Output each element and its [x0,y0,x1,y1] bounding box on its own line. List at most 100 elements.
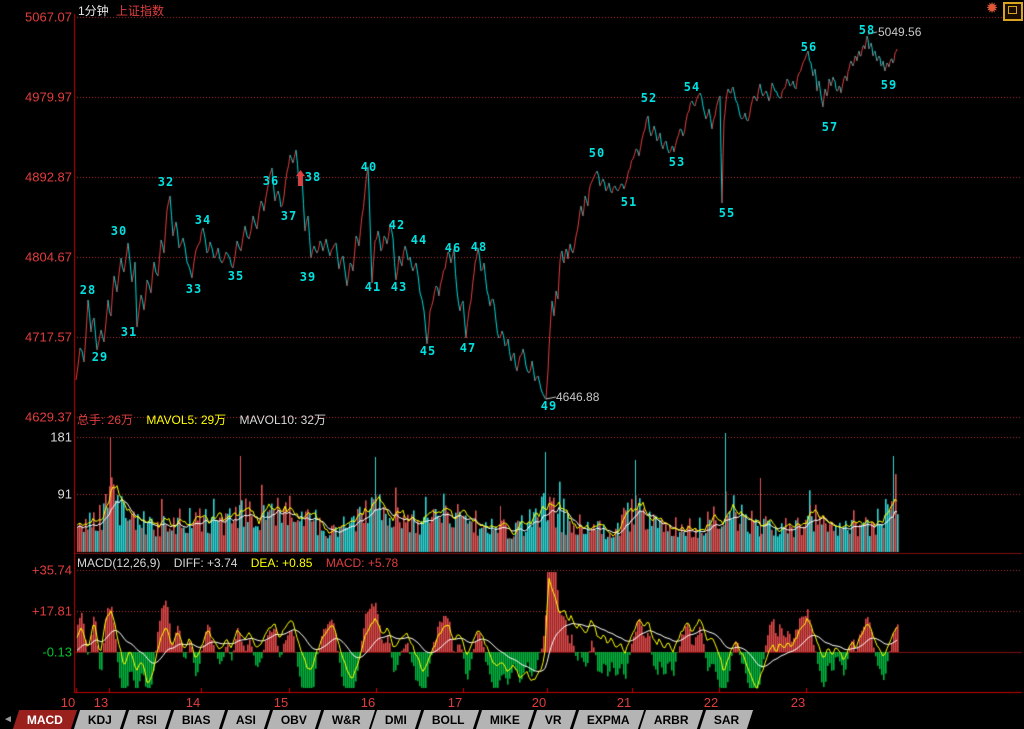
wave-count-label: 38 [305,170,321,184]
price-axis-label: 4804.67 [2,250,72,265]
tab-bias[interactable]: BIAS [168,710,225,729]
wave-count-label: 36 [263,174,279,188]
mavol5-label: MAVOL5: 29万 [146,413,226,427]
time-axis-label: 13 [94,695,108,710]
wave-count-label: 35 [228,269,244,283]
tab-label: RSI [137,713,157,727]
time-axis-label: 14 [186,695,200,710]
wave-count-label: 28 [80,283,96,297]
macd-value-label: MACD: +5.78 [326,556,398,570]
time-axis-label: 20 [532,695,546,710]
tab-kdj[interactable]: KDJ [74,710,126,729]
macd-axis-label: -0.13 [2,645,72,660]
macd-params-label: MACD(12,26,9) [77,556,160,570]
time-axis-label: 16 [361,695,375,710]
tab-label: VR [545,713,562,727]
session-low-annotation: 4646.88 [556,390,599,404]
tab-label: ARBR [654,713,689,727]
tab-obv[interactable]: OBV [267,710,321,729]
period-label[interactable]: 1分钟 [78,2,109,19]
wave-count-label: 47 [460,341,476,355]
tab-label: BOLL [432,713,465,727]
wave-count-label: 45 [420,344,436,358]
tab-label: ASI [236,713,256,727]
tab-label: EXPMA [587,713,630,727]
wave-count-label: 51 [621,195,637,209]
price-axis-label: 4717.57 [2,330,72,345]
wave-count-label: 48 [471,240,487,254]
wave-count-label: 44 [411,233,427,247]
indicator-tabbar: ◄ MACDKDJRSIBIASASIOBVW&RDMIBOLLMIKEVREX… [0,710,1024,729]
wave-count-label: 52 [641,91,657,105]
time-axis-label: 17 [448,695,462,710]
tab-label: SAR [714,713,739,727]
wave-count-label: 46 [445,241,461,255]
macd-axis-label: +35.74 [2,563,72,578]
tab-vr[interactable]: VR [531,710,576,729]
wave-count-label: 41 [365,280,381,294]
frame-icon[interactable] [1003,2,1023,21]
tab-label: BIAS [182,713,211,727]
price-axis-label: 4892.87 [2,170,72,185]
volume-axis-label: 91 [2,487,72,502]
volume-axis-label: 181 [2,430,72,445]
session-high-annotation: 5049.56 [878,25,921,39]
tab-label: OBV [281,713,307,727]
tab-label: MIKE [490,713,520,727]
wave-count-label: 50 [589,146,605,160]
wave-count-label: 40 [361,160,377,174]
macd-axis-label: +17.81 [2,604,72,619]
tab-expma[interactable]: EXPMA [573,710,644,729]
tab-wr[interactable]: W&R [318,710,375,729]
tab-label: W&R [332,713,361,727]
time-axis-label: 21 [617,695,631,710]
wave-count-label: 33 [186,282,202,296]
tab-label: KDJ [88,713,112,727]
price-axis-label: 4629.37 [2,410,72,425]
wave-count-label: 43 [391,280,407,294]
wave-count-label: 55 [719,206,735,220]
wave-count-label: 57 [822,120,838,134]
tab-macd[interactable]: MACD [13,710,77,729]
tab-sar[interactable]: SAR [700,710,754,729]
tab-arbr[interactable]: ARBR [640,710,703,729]
mavol10-label: MAVOL10: 32万 [240,413,327,427]
chart-canvas[interactable] [0,0,1024,729]
tab-dmi[interactable]: DMI [371,710,421,729]
tab-asi[interactable]: ASI [222,710,270,729]
wave-count-label: 39 [300,270,316,284]
time-axis-label: 15 [274,695,288,710]
tab-label: DMI [385,713,407,727]
indicator-tabs: MACD KDJ RSI BIAS ASI OBV W&R DMI BOLL MIKE VR EXPM… [16,710,753,729]
diff-value-label: DIFF: +3.74 [174,556,238,570]
wave-count-label: 30 [111,224,127,238]
wave-count-label: 58 [859,23,875,37]
wave-count-label: 59 [881,78,897,92]
time-axis-label: 10 [61,695,75,710]
dea-value-label: DEA: +0.85 [251,556,313,570]
tab-label: MACD [27,713,63,727]
tab-rsi[interactable]: RSI [123,710,171,729]
symbol-label[interactable]: 上证指数 [116,2,164,19]
time-axis-label: 22 [704,695,718,710]
wave-count-label: 53 [669,155,685,169]
price-axis-label: 5067.07 [2,10,72,25]
wave-count-label: 29 [92,350,108,364]
tab-boll[interactable]: BOLL [418,710,479,729]
macd-header: MACD(12,26,9) DIFF: +3.74 DEA: +0.85 MAC… [77,556,408,570]
trading-app-window: 1分钟 上证指数 ✹ 5067.07 4979.97 4892.87 4804.67 4… [0,0,1024,729]
tab-mike[interactable]: MIKE [476,710,534,729]
frame-icon-inner [1008,6,1017,14]
volume-total-label: 总手: 26万 [77,413,133,427]
wave-count-label: 54 [684,80,700,94]
price-axis-label: 4979.97 [2,90,72,105]
time-axis-label: 23 [791,695,805,710]
wave-count-label: 31 [121,325,137,339]
wave-count-label: 42 [389,218,405,232]
wave-count-label: 49 [541,399,557,413]
wave-count-label: 34 [195,213,211,227]
wave-count-label: 32 [158,175,174,189]
burst-icon[interactable]: ✹ [983,0,1001,18]
volume-header: 总手: 26万 MAVOL5: 29万 MAVOL10: 32万 [77,411,336,428]
wave-count-label: 37 [281,209,297,223]
